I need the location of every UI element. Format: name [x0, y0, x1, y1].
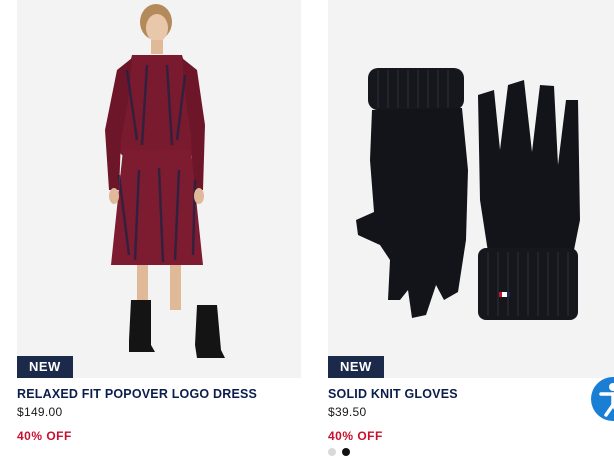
- discount-label: 40% OFF: [328, 429, 383, 443]
- color-swatches: [328, 448, 350, 456]
- accessibility-button[interactable]: [591, 377, 614, 421]
- product-name[interactable]: RELAXED FIT POPOVER LOGO DRESS: [17, 387, 301, 401]
- knit-gloves-image: [328, 0, 614, 378]
- accessibility-icon: [599, 383, 614, 417]
- product-image-gloves[interactable]: NEW: [328, 0, 614, 378]
- swatch-light[interactable]: [328, 448, 336, 456]
- product-price: $149.00: [17, 405, 63, 419]
- product-card-dress[interactable]: NEW RELAXED FIT POPOVER LOGO DRESS $149.…: [17, 0, 301, 443]
- dress-model-image: [17, 0, 301, 378]
- new-badge: NEW: [328, 356, 384, 378]
- product-price: $39.50: [328, 405, 367, 419]
- product-image-dress[interactable]: NEW: [17, 0, 301, 378]
- product-card-gloves[interactable]: NEW SOLID KNIT GLOVES $39.50 40% OFF: [328, 0, 614, 443]
- product-name[interactable]: SOLID KNIT GLOVES: [328, 387, 614, 401]
- discount-label: 40% OFF: [17, 429, 72, 443]
- new-badge: NEW: [17, 356, 73, 378]
- swatch-dark[interactable]: [342, 448, 350, 456]
- product-grid: NEW RELAXED FIT POPOVER LOGO DRESS $149.…: [0, 0, 614, 464]
